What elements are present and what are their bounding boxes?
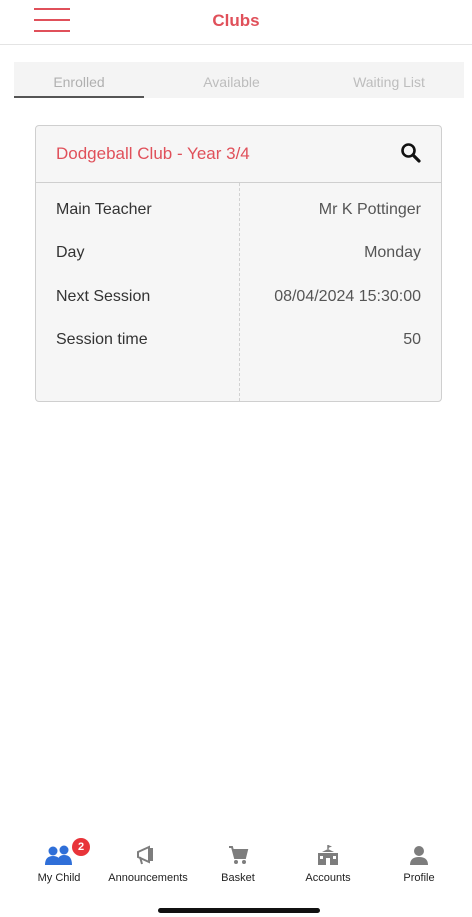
search-icon [401,143,421,163]
bottom-navigation: 2 My Child Announcements Basket Accounts… [0,836,472,896]
nav-label: My Child [37,872,81,884]
detail-row-session-time: Session time 50 [36,331,441,355]
detail-label: Session time [56,331,148,348]
detail-label: Main Teacher [56,201,152,218]
tab-enrolled[interactable]: Enrolled [14,62,144,98]
nav-announcements[interactable]: Announcements [103,836,193,884]
nav-label: Basket [221,872,255,884]
nav-label: Profile [403,872,435,884]
search-button[interactable] [399,141,423,165]
club-title: Dodgeball Club - Year 3/4 [56,144,250,163]
home-indicator[interactable] [158,908,320,913]
tab-waiting-list[interactable]: Waiting List [314,62,464,98]
cart-icon [229,846,249,864]
detail-value: Mr K Pottinger [318,201,421,218]
nav-icon-wrap [283,836,373,868]
detail-row-next-session: Next Session 08/04/2024 15:30:00 [36,288,441,312]
tab-bar: Enrolled Available Waiting List [14,62,464,98]
tab-available[interactable]: Available [164,62,299,98]
detail-value: 50 [403,331,421,348]
nav-label: Announcements [108,872,188,884]
hamburger-menu-icon [34,8,70,10]
nav-label: Accounts [305,872,351,884]
notification-badge: 2 [72,838,90,856]
nav-icon-wrap [193,836,283,868]
club-card: Dodgeball Club - Year 3/4 Main Teacher M… [35,125,442,402]
detail-label: Day [56,244,85,261]
detail-row-day: Day Monday [36,244,441,268]
nav-basket[interactable]: Basket [193,836,283,884]
school-building-icon [318,845,338,865]
nav-icon-wrap: 2 [14,836,104,868]
nav-icon-wrap [374,836,464,868]
page-title: Clubs [212,11,260,30]
detail-row-main-teacher: Main Teacher Mr K Pottinger [36,201,441,225]
nav-profile[interactable]: Profile [374,836,464,884]
nav-icon-wrap [103,836,193,868]
detail-value: Monday [364,244,421,261]
megaphone-icon [137,845,153,865]
children-icon [45,845,72,865]
app-header: Clubs [0,0,472,45]
profile-icon [410,846,428,865]
club-card-header: Dodgeball Club - Year 3/4 [36,126,441,183]
nav-my-child[interactable]: 2 My Child [14,836,104,884]
detail-value: 08/04/2024 15:30:00 [274,288,421,305]
nav-accounts[interactable]: Accounts [283,836,373,884]
detail-label: Next Session [56,288,151,305]
